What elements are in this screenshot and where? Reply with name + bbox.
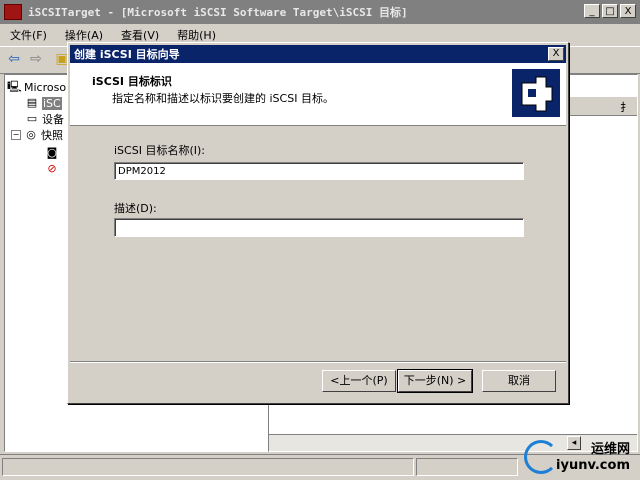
tree-item-label: Microso	[24, 80, 67, 94]
tree-item-root[interactable]: 🖳 Microso	[7, 79, 66, 95]
dialog-close-button[interactable]: X	[548, 47, 564, 61]
status-cell-secondary	[416, 458, 518, 476]
collapse-icon[interactable]: −	[11, 130, 21, 140]
wizard-header: iSCSI 目标标识 指定名称和描述以标识要创建的 iSCSI 目标。	[70, 63, 566, 126]
tree-item-snapshot-schedule[interactable]: ◙	[45, 145, 62, 161]
wizard-puzzle-icon	[512, 69, 560, 117]
target-name-label: iSCSI 目标名称(I):	[114, 144, 205, 157]
menu-file[interactable]: 文件(F)	[10, 27, 47, 43]
next-button[interactable]: 下一步(N) >	[397, 369, 473, 393]
main-titlebar[interactable]: iSCSITarget - [Microsoft iSCSI Software …	[0, 0, 640, 24]
maximize-button[interactable]: □	[602, 4, 618, 18]
dialog-separator	[70, 361, 566, 363]
menu-action[interactable]: 操作(A)	[65, 27, 103, 43]
watermark-url: iyunv.com	[556, 458, 630, 473]
app-icon	[4, 4, 22, 20]
close-button[interactable]: X	[620, 4, 636, 18]
dialog-title: 创建 iSCSI 目标向导	[74, 48, 180, 61]
tree-item-snapshots[interactable]: − ◎ 快照	[11, 127, 63, 143]
watermark: 运维网 iyunv.com	[522, 436, 634, 476]
disk-icon: ▭	[26, 112, 38, 125]
snapshot-item-icon: ◙	[46, 146, 58, 159]
tree-item-label: iSC	[42, 96, 62, 110]
wizard-step-subtitle: 指定名称和描述以标识要创建的 iSCSI 目标。	[112, 92, 334, 105]
back-button[interactable]: <上一个(P)	[322, 370, 396, 392]
window-title: iSCSITarget - [Microsoft iSCSI Software …	[28, 6, 408, 19]
snapshot-icon: ◎	[26, 128, 36, 141]
description-label: 描述(D):	[114, 202, 157, 215]
create-target-wizard: 创建 iSCSI 目标向导 X iSCSI 目标标识 指定名称和描述以标识要创建…	[67, 42, 569, 404]
menu-help[interactable]: 帮助(H)	[177, 27, 216, 43]
dialog-titlebar[interactable]: 创建 iSCSI 目标向导 X	[70, 45, 566, 63]
menu-view[interactable]: 查看(V)	[121, 27, 159, 43]
column-header-label: 扌	[620, 101, 631, 114]
back-arrow-icon[interactable]: ⇦	[6, 51, 22, 67]
snapshot-error-icon: ⊘	[47, 162, 57, 175]
forward-arrow-icon[interactable]: ⇨	[28, 51, 44, 67]
tree-item-devices[interactable]: ▭ 设备	[25, 111, 64, 127]
target-name-input[interactable]: DPM2012	[114, 162, 524, 180]
tree-item-label: 快照	[41, 129, 63, 142]
watermark-logo-icon	[524, 440, 558, 474]
wizard-step-title: iSCSI 目标标识	[92, 75, 172, 88]
target-icon: ▤	[26, 96, 38, 109]
cancel-button[interactable]: 取消	[482, 370, 556, 392]
tree-item-iscsi-targets[interactable]: ▤ iSC	[25, 95, 62, 111]
description-input[interactable]	[114, 218, 524, 237]
computer-icon: 🖳	[7, 80, 22, 93]
tree-item-snapshot-active[interactable]: ⊘	[45, 161, 62, 177]
wizard-body: iSCSI 目标名称(I): DPM2012 描述(D):	[70, 126, 566, 361]
minimize-button[interactable]: _	[584, 4, 600, 18]
target-name-value: DPM2012	[118, 166, 166, 177]
status-cell-main	[2, 458, 414, 476]
watermark-text: 运维网	[590, 442, 630, 457]
tree-item-label: 设备	[42, 113, 64, 126]
